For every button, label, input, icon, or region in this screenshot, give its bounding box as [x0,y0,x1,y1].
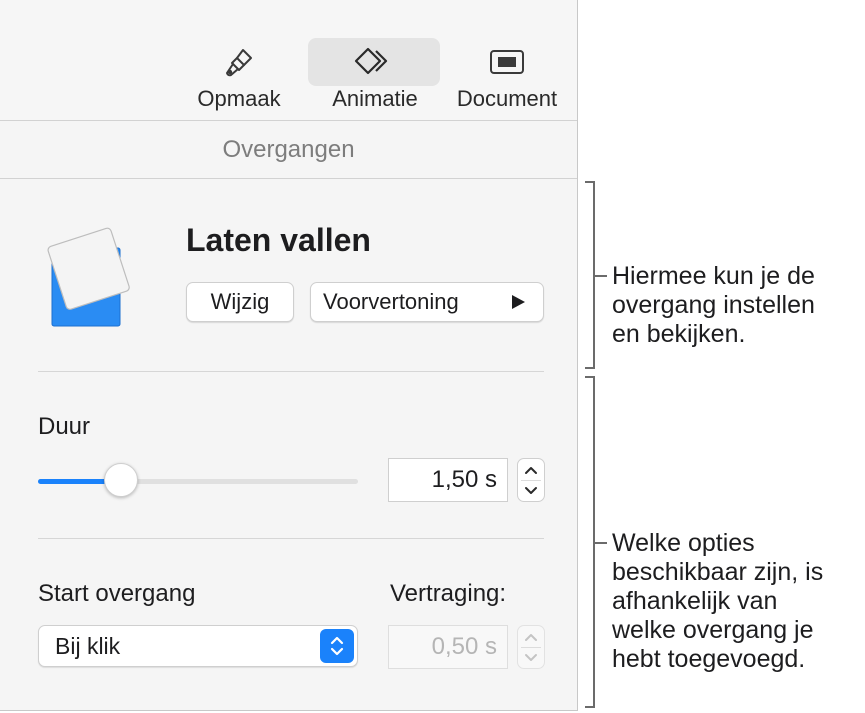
callout-line: overgang instellen [612,291,815,319]
edit-button[interactable]: Wijzig [186,282,294,322]
start-transition-label: Start overgang [38,580,196,607]
callout-line: welke overgang je [612,616,814,644]
callout-line: beschikbaar zijn, is [612,558,824,586]
tab-animatie-label: Animatie [332,86,418,111]
callout-line: Hiermee kun je de [612,262,815,290]
callout-line: Welke opties [612,529,755,557]
chevron-up-icon[interactable] [524,465,538,475]
divider [38,371,544,372]
start-transition-value: Bij klik [55,633,121,659]
callout-line: en bekijken. [612,320,746,348]
callout-tick-bottom [595,542,607,544]
delay-input[interactable]: 0,50 s [388,625,508,669]
duration-slider[interactable] [38,479,358,484]
transition-thumbnail [47,227,130,327]
diamond-icon [354,47,388,75]
play-icon [512,295,525,309]
paintbrush-icon [226,49,252,77]
inspector-panel: Opmaak Animatie Document Overgangen Late… [0,0,578,711]
callout-bottom: Welke opties beschikbaar zijn, is afhank… [612,529,862,674]
callout-top: Hiermee kun je de overgang instellen en … [612,262,862,349]
delay-label: Vertraging: [390,580,507,607]
chevron-down-icon[interactable] [524,653,538,663]
callout-line: afhankelijk van [612,587,778,615]
callout-bracket-top [585,181,595,369]
select-arrows-icon [320,629,354,663]
divider [38,538,544,539]
chevron-down-icon[interactable] [524,486,538,496]
tab-opmaak-label: Opmaak [197,86,281,111]
start-transition-select[interactable]: Bij klik [38,625,358,667]
callout-bracket-bottom [585,376,595,708]
tab-document-label: Document [456,86,558,111]
document-icon [490,50,524,74]
preview-button[interactable]: Voorvertoning [310,282,544,322]
tab-animatie[interactable]: Animatie [308,38,442,114]
callout-tick-top [595,275,607,277]
section-title: Overgangen [0,121,577,179]
duration-input[interactable]: 1,50 s [388,458,508,502]
duration-label: Duur [38,413,91,440]
duration-stepper[interactable] [517,458,545,502]
delay-stepper[interactable] [517,625,545,669]
preview-button-label: Voorvertoning [323,289,459,314]
effect-title: Laten vallen [186,222,371,258]
duration-slider-knob[interactable] [104,463,139,497]
inspector-toolbar: Opmaak Animatie Document [0,0,577,121]
callout-line: hebt toegevoegd. [612,645,806,673]
chevron-up-icon[interactable] [524,632,538,642]
tab-opmaak[interactable]: Opmaak [172,38,306,114]
tab-document[interactable]: Document [440,38,574,114]
